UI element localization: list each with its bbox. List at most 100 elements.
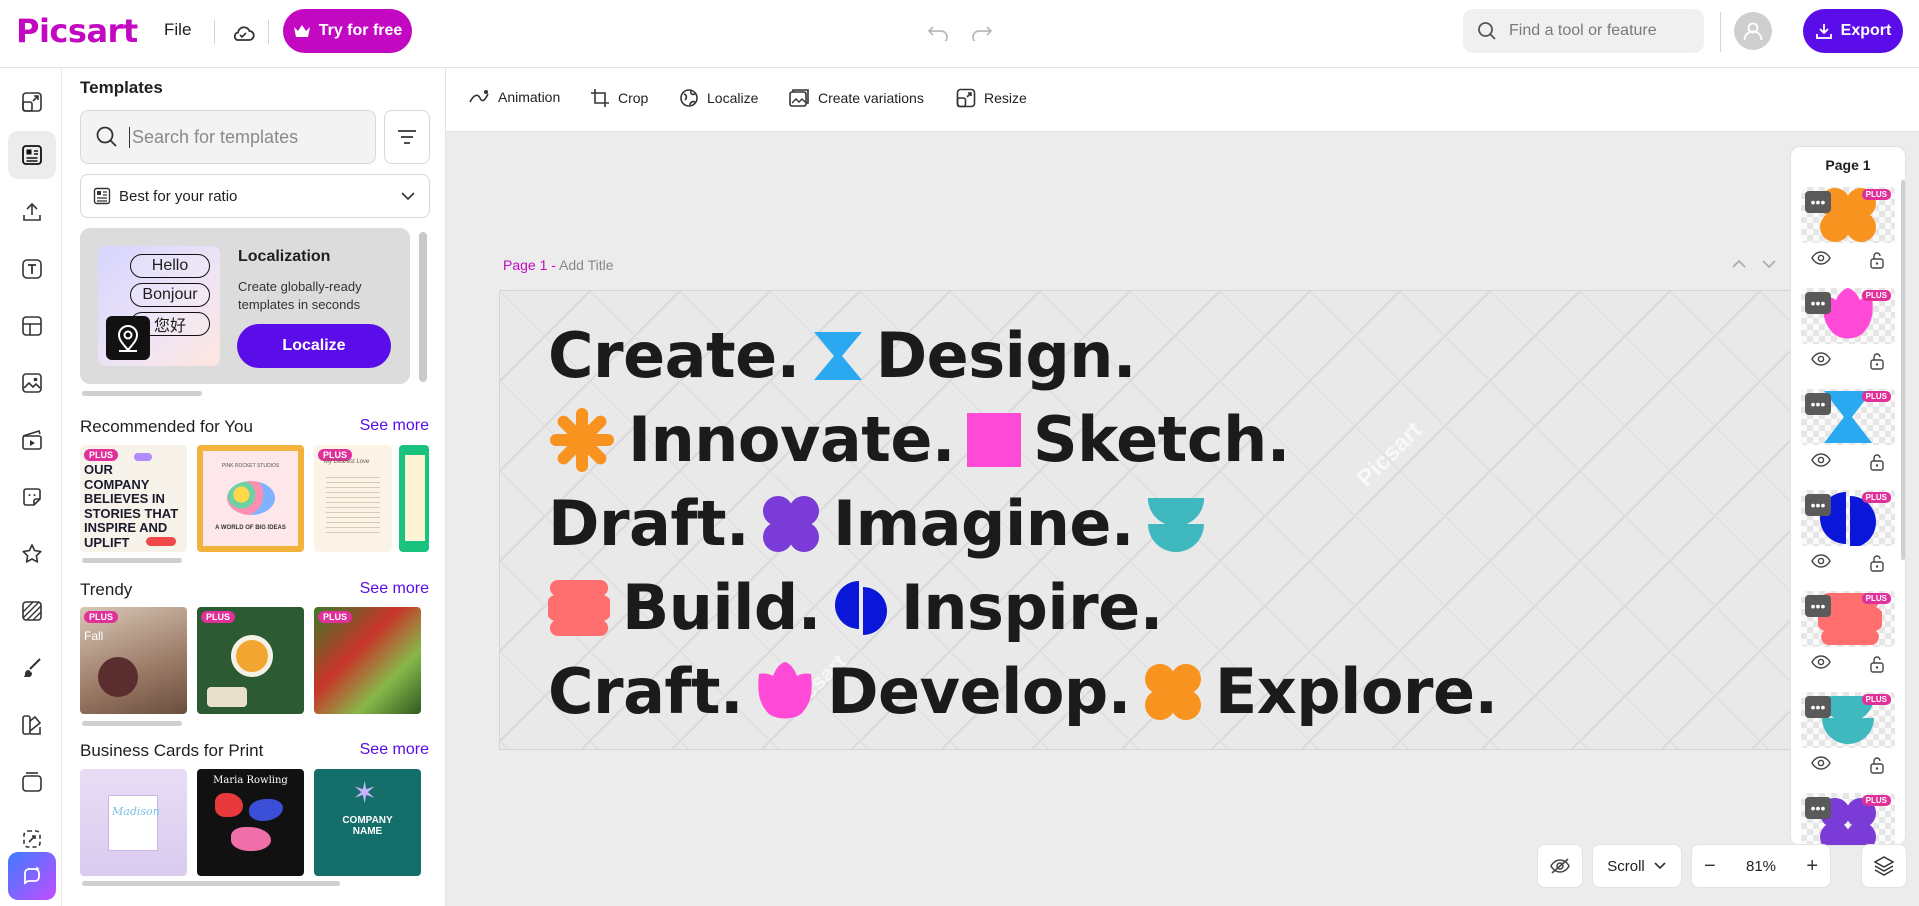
chevron-up-icon[interactable] — [1730, 257, 1748, 271]
ai-assistant-icon[interactable] — [8, 852, 56, 900]
tool-search-input[interactable]: Find a tool or feature — [1463, 9, 1704, 53]
flower-bud-shape[interactable] — [755, 660, 815, 724]
text-line[interactable]: Create. Design. — [548, 319, 1136, 392]
favorites-icon[interactable] — [8, 530, 56, 578]
upload-icon[interactable] — [8, 188, 56, 236]
hourglass-shape[interactable] — [812, 330, 864, 382]
folder-icon[interactable] — [8, 758, 56, 806]
carousel-scrollbar[interactable] — [82, 881, 340, 886]
layer-item[interactable]: ••• PLUS — [1801, 692, 1895, 792]
text-line[interactable]: Craft. Develop. Explore. — [548, 655, 1498, 728]
clover-shape[interactable] — [1143, 662, 1203, 722]
layout-icon[interactable] — [8, 302, 56, 350]
template-thumb[interactable]: Madison — [80, 769, 187, 876]
template-thumb[interactable]: ✶ COMPANY NAME — [314, 769, 421, 876]
template-thumb[interactable]: Maria Rowling — [197, 769, 304, 876]
user-avatar[interactable] — [1734, 12, 1772, 50]
cloud-save-icon[interactable] — [228, 18, 258, 48]
template-thumb[interactable]: PLUS My Dearest Love — [314, 445, 392, 552]
clover-shape[interactable] — [761, 494, 821, 554]
more-options-icon[interactable]: ••• — [1805, 595, 1831, 617]
rounded-blob-shape[interactable] — [548, 578, 610, 638]
see-more-recommended[interactable]: See more — [360, 417, 429, 435]
carousel-scrollbar[interactable] — [82, 558, 182, 563]
filter-button[interactable] — [384, 110, 430, 164]
toggle-visibility-button[interactable] — [1537, 844, 1583, 888]
create-variations-button[interactable]: Create variations — [788, 88, 924, 108]
export-button[interactable]: Export — [1803, 9, 1903, 53]
layer-thumbnail[interactable]: ••• PLUS — [1801, 793, 1895, 845]
zoom-level[interactable]: 81% — [1746, 858, 1776, 875]
see-more-business-cards[interactable]: See more — [360, 741, 429, 759]
more-options-icon[interactable]: ••• — [1805, 797, 1831, 819]
asterisk-shape[interactable] — [548, 406, 616, 474]
eye-icon[interactable] — [1811, 453, 1831, 467]
template-thumb[interactable]: PINK ROCKET STUDIOS A WORLD OF BIG IDEAS — [197, 445, 304, 552]
more-options-icon[interactable]: ••• — [1805, 292, 1831, 314]
add-title-input[interactable]: Add Title — [559, 257, 613, 273]
layer-item[interactable]: ••• PLUS — [1801, 591, 1895, 691]
crop-button[interactable]: Crop — [590, 88, 648, 108]
layer-thumbnail[interactable]: ••• PLUS — [1801, 288, 1895, 344]
template-thumb[interactable] — [399, 445, 429, 552]
eye-icon[interactable] — [1811, 251, 1831, 265]
eye-icon[interactable] — [1811, 756, 1831, 770]
unlock-icon[interactable] — [1869, 655, 1885, 673]
layer-thumbnail[interactable]: ••• PLUS — [1801, 187, 1895, 243]
eye-icon[interactable] — [1811, 352, 1831, 366]
layers-toggle-button[interactable] — [1861, 844, 1907, 888]
ratio-dropdown[interactable]: Best for your ratio — [80, 174, 430, 218]
carousel-scrollbar[interactable] — [82, 721, 182, 726]
unlock-icon[interactable] — [1869, 554, 1885, 572]
resize-icon[interactable] — [8, 78, 56, 126]
background-icon[interactable] — [8, 587, 56, 635]
layer-thumbnail[interactable]: ••• PLUS — [1801, 490, 1895, 546]
view-mode-dropdown[interactable]: Scroll — [1592, 844, 1682, 888]
template-search-input[interactable]: Search for templates — [80, 110, 376, 164]
animation-button[interactable]: Animation — [468, 88, 560, 106]
layer-item[interactable]: ••• PLUS — [1801, 288, 1895, 388]
artboard[interactable]: Picsart Picsart Create. Design. Innovate… — [499, 290, 1799, 750]
template-thumb[interactable]: PLUS — [314, 607, 421, 714]
eye-icon[interactable] — [1811, 655, 1831, 669]
undo-icon[interactable] — [923, 18, 953, 48]
localize-tool-button[interactable]: Localize — [679, 88, 758, 108]
see-more-trendy[interactable]: See more — [360, 580, 429, 598]
layer-thumbnail[interactable]: ••• PLUS — [1801, 389, 1895, 445]
stickers-icon[interactable] — [8, 473, 56, 521]
templates-icon[interactable] — [8, 131, 56, 179]
half-circles-shape[interactable] — [1146, 496, 1206, 552]
try-for-free-button[interactable]: Try for free — [283, 9, 412, 53]
redo-icon[interactable] — [967, 18, 997, 48]
layer-item[interactable]: ••• PLUS — [1801, 490, 1895, 590]
more-options-icon[interactable]: ••• — [1805, 393, 1831, 415]
zoom-out-icon[interactable]: − — [1704, 855, 1716, 878]
text-line[interactable]: Draft. Imagine. — [548, 487, 1206, 560]
text-line[interactable]: Build. Inspire. — [548, 571, 1163, 644]
chevron-down-icon[interactable] — [1760, 257, 1778, 271]
more-options-icon[interactable]: ••• — [1805, 191, 1831, 213]
layer-item[interactable]: ••• PLUS — [1801, 389, 1895, 489]
layer-item[interactable]: ••• PLUS — [1801, 187, 1895, 287]
file-menu[interactable]: File — [164, 20, 191, 40]
layer-thumbnail[interactable]: ••• PLUS — [1801, 692, 1895, 748]
resize-button[interactable]: Resize — [956, 88, 1027, 108]
zoom-in-icon[interactable]: + — [1806, 855, 1818, 878]
carousel-scrollbar[interactable] — [82, 391, 202, 396]
square-shape[interactable] — [966, 412, 1021, 467]
layers-scrollbar[interactable] — [1901, 180, 1905, 560]
more-options-icon[interactable]: ••• — [1805, 696, 1831, 718]
card-scrollbar[interactable] — [419, 232, 427, 382]
text-line[interactable]: Innovate. Sketch. — [548, 403, 1290, 476]
unlock-icon[interactable] — [1869, 251, 1885, 269]
unlock-icon[interactable] — [1869, 352, 1885, 370]
draw-icon[interactable] — [8, 644, 56, 692]
template-thumb[interactable]: PLUS OUR COMPANY BELIEVES IN STORIES THA… — [80, 445, 187, 552]
brand-kit-icon[interactable] — [8, 701, 56, 749]
text-icon[interactable] — [8, 245, 56, 293]
unlock-icon[interactable] — [1869, 453, 1885, 471]
layer-item[interactable]: ••• PLUS — [1801, 793, 1895, 845]
photos-icon[interactable] — [8, 359, 56, 407]
eye-icon[interactable] — [1811, 554, 1831, 568]
unlock-icon[interactable] — [1869, 756, 1885, 774]
